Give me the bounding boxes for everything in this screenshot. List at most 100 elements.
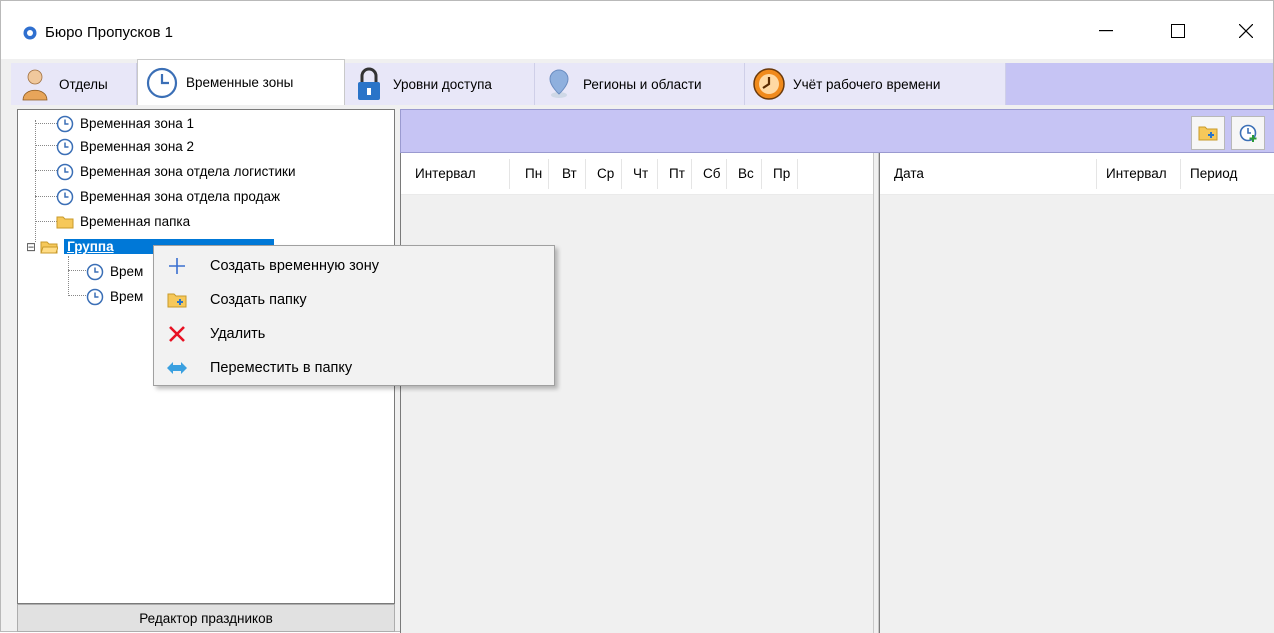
menu-item-label: Создать временную зону (210, 258, 379, 274)
column-separator (726, 159, 727, 189)
column-header[interactable]: Интервал (1106, 166, 1167, 181)
column-separator (761, 159, 762, 189)
column-header[interactable]: Вс (738, 166, 754, 181)
tree-line (35, 145, 57, 146)
column-header[interactable]: Период (1190, 166, 1237, 181)
tree-item-label: Временная зона отдела продаж (80, 189, 281, 204)
menu-item-create-folder[interactable]: Создать папку (154, 283, 554, 317)
tree-item[interactable]: Временная зона 1 (56, 113, 194, 134)
main-window: Бюро Пропусков 1 Отделы Временные зоны У… (0, 0, 1274, 633)
right-toolbar (400, 109, 1274, 153)
plus-icon (166, 255, 188, 277)
column-separator (509, 159, 510, 189)
tree-line (35, 120, 36, 242)
tree-line (35, 221, 57, 222)
column-separator (548, 159, 549, 189)
minimize-button[interactable] (1083, 11, 1129, 51)
column-separator (657, 159, 658, 189)
schedule-grid[interactable]: Интервал Пн Вт Ср Чт Пт Сб Вс Пр (400, 153, 873, 633)
tree-item-label: Временная папка (80, 214, 191, 229)
clock-icon (56, 163, 74, 180)
maximize-icon (1171, 24, 1185, 38)
clock-icon (56, 138, 74, 155)
tab-label: Учёт рабочего времени (793, 76, 941, 92)
clock-icon (86, 288, 104, 305)
menu-item-move-to-folder[interactable]: Переместить в папку (154, 351, 554, 385)
tree-item-label: Врем (110, 264, 144, 279)
menu-item-label: Создать папку (210, 292, 307, 308)
map-pin-icon (541, 66, 577, 102)
clock-add-icon (1239, 124, 1257, 142)
column-header[interactable]: Вт (562, 166, 577, 181)
tree-item[interactable]: Врем (86, 261, 143, 282)
app-logo-icon (23, 26, 37, 40)
tree-item[interactable]: Временная зона 2 (56, 136, 194, 157)
tab-label: Уровни доступа (393, 76, 492, 92)
tree-item-label: Временная зона отдела логистики (80, 164, 296, 179)
holiday-editor-button[interactable]: Редактор праздников (17, 604, 395, 632)
schedule-grid-header: Интервал Пн Вт Ср Чт Пт Сб Вс Пр (401, 153, 873, 195)
create-folder-button[interactable] (1191, 116, 1225, 150)
tree-item[interactable]: Временная зона отдела продаж (56, 186, 280, 207)
folder-add-icon (1198, 126, 1218, 141)
clock-icon (56, 115, 74, 132)
clock-icon (56, 188, 74, 205)
dates-grid[interactable]: Дата Интервал Период (879, 153, 1274, 633)
tree-item[interactable]: Врем (86, 286, 143, 307)
alarm-clock-icon (751, 66, 787, 102)
column-header[interactable]: Пн (525, 166, 542, 181)
folder-add-icon (166, 289, 188, 311)
dates-grid-header: Дата Интервал Период (880, 153, 1274, 195)
column-separator (797, 159, 798, 189)
column-separator (585, 159, 586, 189)
tab-time-tracking[interactable]: Учёт рабочего времени (745, 63, 1006, 105)
minimize-icon (1099, 30, 1113, 32)
column-separator (691, 159, 692, 189)
column-separator (1180, 159, 1181, 189)
title-bar: Бюро Пропусков 1 (1, 1, 1273, 59)
tree-line (35, 196, 57, 197)
tab-departments[interactable]: Отделы (11, 63, 137, 105)
maximize-button[interactable] (1155, 11, 1201, 51)
tree-item-label: Врем (110, 289, 144, 304)
column-header[interactable]: Сб (703, 166, 720, 181)
menu-item-label: Переместить в папку (210, 360, 353, 376)
close-button[interactable] (1223, 11, 1269, 51)
menu-item-delete[interactable]: Удалить (154, 317, 554, 351)
tree-item-label: Временная зона 2 (80, 139, 195, 154)
tab-regions[interactable]: Регионы и области (535, 63, 745, 105)
tree-line (68, 256, 69, 296)
tree-item[interactable]: Временная папка (56, 211, 190, 232)
column-header[interactable]: Дата (894, 166, 924, 181)
tab-label: Отделы (59, 76, 108, 92)
column-header[interactable]: Чт (633, 166, 648, 181)
column-separator (1096, 159, 1097, 189)
column-header[interactable]: Ср (597, 166, 614, 181)
context-menu: Создать временную зону Создать папку Уда… (153, 245, 555, 386)
collapse-toggle-icon[interactable]: ⊟ (26, 240, 36, 254)
delete-x-icon (166, 323, 188, 345)
tab-access-levels[interactable]: Уровни доступа (345, 63, 535, 105)
padlock-icon (351, 66, 387, 102)
window-title: Бюро Пропусков 1 (45, 24, 173, 41)
tab-label: Временные зоны (186, 75, 294, 90)
create-time-zone-button[interactable] (1231, 116, 1265, 150)
tree-line (68, 270, 88, 271)
person-icon (17, 66, 53, 102)
column-header[interactable]: Пт (669, 166, 685, 181)
folder-open-icon (40, 241, 59, 253)
clock-icon (144, 65, 180, 101)
column-header[interactable]: Интервал (415, 166, 476, 181)
tree-line (35, 170, 57, 171)
menu-item-label: Удалить (210, 326, 266, 342)
tree-line (35, 123, 57, 124)
menu-item-create-time-zone[interactable]: Создать временную зону (154, 249, 554, 283)
tree-item[interactable]: Временная зона отдела логистики (56, 161, 296, 182)
column-separator (621, 159, 622, 189)
tab-label: Регионы и области (583, 76, 702, 92)
tree-line (68, 295, 88, 296)
move-arrows-icon (166, 357, 188, 379)
tab-time-zones[interactable]: Временные зоны (137, 59, 345, 105)
column-header[interactable]: Пр (773, 166, 790, 181)
folder-icon (56, 216, 74, 228)
